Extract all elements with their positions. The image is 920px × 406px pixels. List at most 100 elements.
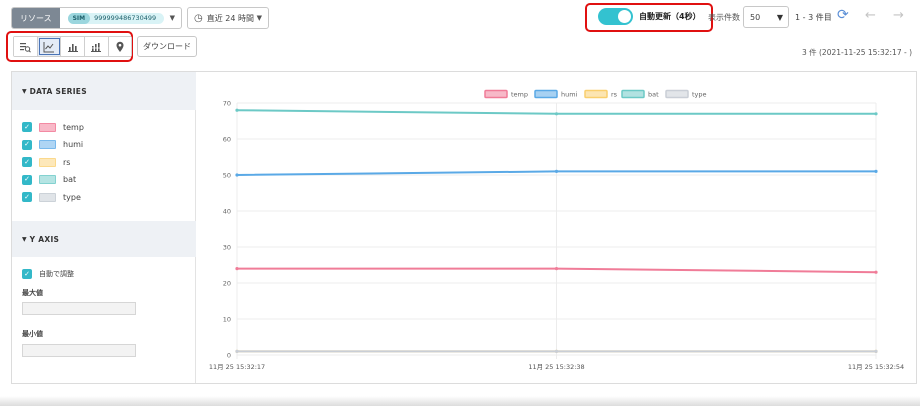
- series-toggle-bat[interactable]: ✓ bat: [22, 174, 76, 185]
- series-label: type: [63, 192, 81, 202]
- series-checkbox[interactable]: ✓: [22, 174, 32, 185]
- series-color-swatch: [39, 157, 56, 167]
- previous-page-icon[interactable]: ←: [865, 8, 876, 23]
- clock-icon: ◷: [194, 12, 203, 24]
- toggle-knob: [618, 10, 631, 23]
- resource-selector[interactable]: リソース SIM 999999486730499 ▼: [11, 7, 182, 29]
- legend-swatch-bat: [621, 89, 645, 99]
- data-point-temp: [235, 267, 239, 271]
- data-series-header[interactable]: ▼ DATA SERIES: [12, 72, 196, 110]
- series-checkbox[interactable]: ✓: [22, 122, 32, 132]
- series-checkbox[interactable]: ✓: [22, 192, 32, 202]
- view-toolbar: [13, 36, 132, 57]
- bar-chart-button[interactable]: [61, 37, 85, 56]
- check-icon: ✓: [24, 140, 30, 148]
- legend-label-type: type: [692, 91, 707, 99]
- legend-label-rs: rs: [611, 91, 618, 99]
- x-tick-label: 11月 25 15:32:17: [209, 363, 265, 371]
- series-toggle-rs[interactable]: ✓ rs: [22, 157, 70, 167]
- window-bottom-edge: [0, 396, 920, 406]
- y-axis-header[interactable]: ▼ Y AXIS: [12, 221, 196, 257]
- page-size-label: 表示件数: [708, 13, 740, 22]
- table-view-button[interactable]: [14, 37, 38, 56]
- map-button[interactable]: [108, 37, 132, 56]
- check-icon: ✓: [24, 157, 30, 166]
- series-toggle-temp[interactable]: ✓ temp: [22, 122, 84, 132]
- data-point-type: [874, 349, 878, 353]
- page-size-select[interactable]: 50 ▼: [743, 6, 789, 28]
- data-point-temp: [554, 267, 559, 271]
- y-tick-label: 30: [223, 244, 231, 252]
- min-value-input[interactable]: [22, 344, 136, 357]
- series-label: temp: [63, 122, 84, 132]
- caret-down-icon: ▼: [22, 235, 27, 243]
- stacked-bar-button[interactable]: [85, 37, 109, 56]
- chevron-down-icon[interactable]: ▼: [170, 14, 175, 22]
- legend-swatch-rs: [584, 89, 608, 99]
- check-icon: ✓: [24, 122, 30, 131]
- data-series-title: DATA SERIES: [29, 86, 87, 96]
- series-toggle-humi[interactable]: ✓ humi: [22, 139, 83, 150]
- max-value-label: 最大値: [22, 289, 43, 297]
- resource-label: リソース: [12, 8, 60, 28]
- series-toggle-type[interactable]: ✓ type: [22, 192, 81, 202]
- check-icon: ✓: [24, 192, 30, 201]
- max-value-input[interactable]: [22, 302, 136, 315]
- chevron-down-icon: ▼: [256, 14, 262, 22]
- y-tick-label: 50: [223, 172, 231, 180]
- next-page-icon[interactable]: →: [893, 8, 904, 23]
- data-point-humi: [874, 169, 878, 173]
- period-label: 直近 24 時間: [206, 13, 254, 23]
- legend-label-temp: temp: [511, 91, 528, 99]
- series-checkbox[interactable]: ✓: [22, 139, 32, 150]
- series-color-swatch: [39, 140, 56, 149]
- series-color-swatch: [39, 122, 56, 132]
- check-icon: ✓: [24, 175, 30, 183]
- series-label: rs: [63, 157, 71, 167]
- y-tick-label: 0: [227, 352, 231, 360]
- auto-refresh-toggle[interactable]: [598, 8, 633, 25]
- caret-down-icon: ▼: [22, 87, 27, 95]
- download-button[interactable]: ダウンロード: [137, 36, 197, 57]
- data-point-bat: [235, 108, 239, 112]
- stacked-bar-icon: [91, 42, 102, 52]
- min-value-label: 最小値: [22, 330, 43, 338]
- bar-chart-icon: [67, 43, 78, 52]
- data-point-bat: [874, 112, 878, 116]
- series-color-swatch: [39, 192, 56, 202]
- page-size-value: 50: [750, 12, 761, 22]
- check-icon: ✓: [24, 269, 30, 278]
- result-info: 3 件 (2021-11-25 15:32:17 - ): [801, 48, 912, 57]
- y-axis-title: Y AXIS: [29, 234, 60, 244]
- y-tick-label: 20: [223, 280, 231, 288]
- sim-id: 999999486730499: [94, 14, 157, 22]
- refresh-icon[interactable]: ⟳: [837, 7, 849, 23]
- y-tick-label: 40: [223, 208, 231, 216]
- y-tick-label: 10: [223, 316, 231, 324]
- table-view-icon: [20, 42, 32, 53]
- series-color-swatch: [39, 175, 56, 184]
- data-point-type: [235, 349, 239, 353]
- page-range: 1 - 3 件目: [795, 13, 832, 22]
- y-tick-label: 60: [223, 136, 231, 144]
- line-chart-icon: [43, 41, 54, 52]
- legend-label-humi: humi: [561, 91, 578, 99]
- period-selector[interactable]: ◷ 直近 24 時間 ▼: [187, 7, 269, 29]
- auto-refresh-label: 自動更新（4秒）: [639, 12, 701, 21]
- series-checkbox[interactable]: ✓: [22, 157, 32, 167]
- map-pin-icon: [116, 41, 124, 52]
- legend-swatch-humi: [534, 89, 558, 99]
- line-chart: 0 10 20 30 40 50 60 70 11月 25 15:32:17 11月 25 15:…: [209, 89, 904, 371]
- auto-adjust-row[interactable]: ✓ 自動で調整: [22, 269, 74, 279]
- data-point-temp: [874, 270, 878, 274]
- x-tick-label: 11月 25 15:32:38: [528, 363, 584, 371]
- legend-swatch-type: [665, 89, 689, 99]
- data-point-humi: [554, 169, 559, 173]
- sim-id-chip: SIM 999999486730499: [67, 12, 165, 24]
- x-tick-label: 11月 25 15:32:54: [848, 363, 904, 371]
- line-chart-button[interactable]: [37, 37, 62, 56]
- sim-badge: SIM: [67, 12, 91, 24]
- auto-adjust-label: 自動で調整: [39, 270, 74, 278]
- data-point-bat: [554, 112, 559, 116]
- auto-adjust-checkbox[interactable]: ✓: [22, 269, 32, 279]
